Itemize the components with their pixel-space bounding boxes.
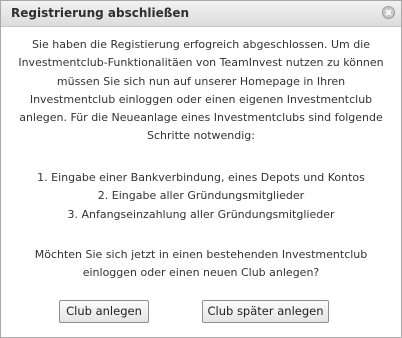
question-text: Möchten Sie sich jetzt in einen bestehen… — [17, 246, 385, 283]
intro-line: Sie haben die Registierung erfogreich ab… — [31, 38, 371, 51]
intro-line: Schritte notwendig: — [147, 129, 255, 143]
intro-line: anlegen. Für die Neueanlage eines Invest… — [19, 111, 383, 125]
step-item: 3. Anfangseinzahlung aller Gründungsmitg… — [67, 207, 335, 221]
create-club-button[interactable]: Club anlegen — [59, 300, 149, 323]
dialog-titlebar: Registrierung abschließen — [1, 1, 401, 27]
intro-line: Investmentclub-Funktionalitäen von TeamI… — [18, 56, 384, 70]
intro-line: Investmentclub einloggen oder einen eige… — [29, 92, 373, 106]
question-line: einloggen oder einen neuen Club anlegen? — [82, 266, 320, 280]
intro-text: Sie haben die Registierung erfogreich ab… — [17, 36, 385, 146]
dialog-title: Registrierung abschließen — [11, 6, 190, 20]
registration-dialog: Registrierung abschließen Sie haben die … — [0, 0, 402, 338]
close-icon[interactable] — [382, 6, 395, 19]
steps-list: 1. Eingabe einer Bankverbindung, eines D… — [17, 169, 385, 224]
step-item: 2. Eingabe aller Gründungsmitglieder — [97, 189, 305, 203]
question-line: Möchten Sie sich jetzt in einen bestehen… — [34, 248, 368, 261]
step-item: 1. Eingabe einer Bankverbindung, eines D… — [37, 171, 365, 184]
intro-line: müssen Sie sich nun auf unserer Homepage… — [56, 74, 346, 88]
create-club-later-button[interactable]: Club später anlegen — [202, 300, 329, 323]
